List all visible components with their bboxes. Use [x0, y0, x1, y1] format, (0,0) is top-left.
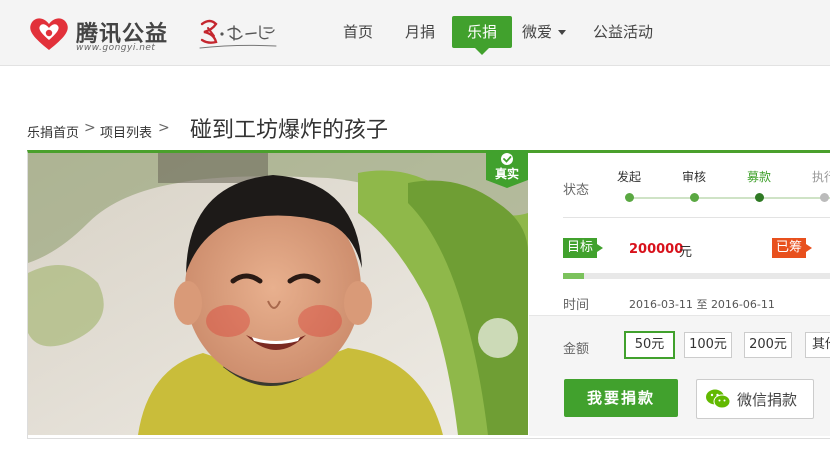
nav-weiai-label: 微爱 — [522, 23, 553, 41]
status-label: 状态 — [563, 183, 590, 198]
breadcrumb-separator: > — [84, 120, 96, 136]
step-fundraising: 募款 — [747, 170, 772, 184]
step-dot-current — [755, 193, 764, 202]
target-tag: 目标 — [563, 238, 604, 258]
wechat-donate-button[interactable]: 微信捐款 — [696, 379, 814, 419]
breadcrumb-lejuan-home[interactable]: 乐捐首页 — [27, 122, 79, 141]
chevron-down-icon — [558, 30, 567, 35]
verified-badge: 真实 — [486, 150, 528, 188]
verified-badge-label: 真实 — [494, 167, 519, 181]
amount-option-100[interactable]: 100元 — [684, 332, 732, 358]
project-info-panel: 状态 发起 审核 募款 执行 目标 200000 元 已筹 时间 2016-03… — [529, 153, 830, 436]
target-unit: 元 — [679, 245, 693, 260]
project-title: 碰到工坊爆炸的孩子 — [190, 118, 389, 143]
step-initiated: 发起 — [617, 170, 642, 184]
logo-url: www.gongyi.net — [76, 43, 156, 53]
amount-option-200[interactable]: 200元 — [744, 332, 792, 358]
to-word: 至 — [696, 298, 708, 311]
donate-button[interactable]: 我要捐款 — [564, 379, 678, 417]
tencent-gongyi-logo[interactable]: 腾讯公益 www.gongyi.net — [28, 14, 178, 56]
nav-lejuan[interactable]: 乐捐 — [452, 16, 512, 55]
nav-charity-events[interactable]: 公益活动 — [588, 16, 658, 48]
status-track — [629, 197, 830, 199]
step-dot — [625, 193, 634, 202]
wechat-donate-label: 微信捐款 — [737, 391, 798, 409]
time-range: 2016-03-11 至 2016-06-11 — [629, 296, 775, 312]
start-date: 2016-03-11 — [629, 298, 693, 311]
step-dot — [690, 193, 699, 202]
donate-panel: 金额 50元 100元 200元 其他 我要捐款 微信捐款 — [529, 315, 830, 436]
heart-logo-icon — [30, 18, 68, 50]
time-label: 时间 — [563, 298, 590, 313]
amount-option-other[interactable]: 其他 — [805, 332, 830, 358]
top-header: 腾讯公益 www.gongyi.net 首页 月捐 乐捐 微爱 公益活动 — [0, 0, 830, 66]
step-review: 审核 — [682, 170, 707, 184]
slogan-calligraphy — [199, 19, 277, 49]
divider — [563, 217, 830, 218]
progress-fill — [563, 273, 585, 279]
step-dot — [820, 193, 829, 202]
nav-weiai[interactable]: 微爱 — [522, 16, 576, 48]
wechat-icon — [706, 389, 731, 409]
nav-home[interactable]: 首页 — [332, 16, 384, 48]
end-date: 2016-06-11 — [710, 298, 775, 311]
breadcrumb-project-list[interactable]: 项目列表 — [100, 122, 152, 141]
step-execution: 执行 — [812, 170, 830, 184]
amount-option-50[interactable]: 50元 — [624, 331, 675, 359]
amount-label: 金额 — [563, 342, 590, 357]
nav-monthly-donation[interactable]: 月捐 — [394, 16, 446, 48]
project-card: 真实 状态 发起 审核 募款 执行 目标 200000 元 已筹 时间 2016… — [27, 150, 830, 439]
target-amount: 200000 — [629, 242, 684, 257]
project-photo[interactable] — [28, 153, 528, 435]
breadcrumb-separator: > — [158, 120, 170, 136]
raised-tag: 已筹 — [772, 238, 813, 258]
fundraising-progress-bar — [563, 273, 830, 279]
